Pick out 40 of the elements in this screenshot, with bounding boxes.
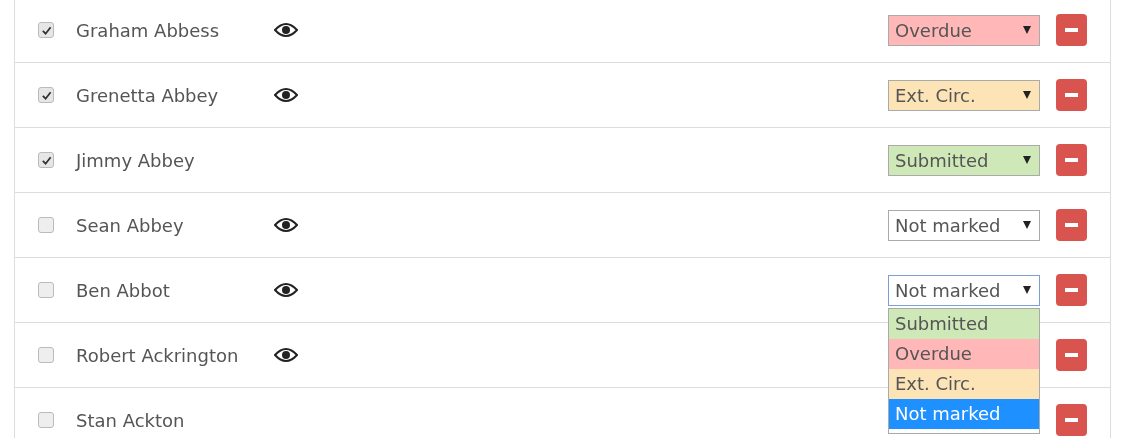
remove-button[interactable] xyxy=(1056,404,1087,436)
remove-button[interactable] xyxy=(1056,144,1087,176)
checkbox[interactable] xyxy=(38,217,54,233)
status-dropdown[interactable]: Overdue xyxy=(888,14,1040,46)
status-dropdown[interactable]: Submitted xyxy=(888,144,1040,176)
caret-icon xyxy=(1023,26,1031,34)
remove-button[interactable] xyxy=(1056,14,1087,46)
dropdown-option[interactable]: Not marked xyxy=(889,398,1039,429)
student-name: Stan Ackton xyxy=(76,409,186,431)
checkbox[interactable] xyxy=(38,412,54,428)
status-dropdown[interactable]: Not marked xyxy=(888,209,1040,241)
eye-icon[interactable] xyxy=(274,347,298,363)
eye-icon[interactable] xyxy=(274,217,298,233)
student-name: Robert Ackrington xyxy=(76,344,240,366)
checkbox[interactable] xyxy=(38,22,54,38)
remove-button[interactable] xyxy=(1056,339,1087,371)
eye-icon[interactable] xyxy=(274,22,298,38)
dropdown-option[interactable]: Ext. Circ. xyxy=(889,368,1039,399)
student-name: Graham Abbess xyxy=(76,19,221,41)
checkbox[interactable] xyxy=(38,87,54,103)
dropdown-option[interactable]: Submitted xyxy=(889,308,1039,339)
checkbox[interactable] xyxy=(38,347,54,363)
student-name: Grenetta Abbey xyxy=(76,84,220,106)
remove-button[interactable] xyxy=(1056,274,1087,306)
student-name: Ben Abbot xyxy=(76,279,171,301)
caret-icon xyxy=(1023,91,1031,99)
caret-icon xyxy=(1023,221,1031,229)
status-dropdown[interactable]: Not marked xyxy=(888,274,1040,306)
eye-icon[interactable] xyxy=(274,87,298,103)
student-name: Sean Abbey xyxy=(76,214,185,236)
caret-icon xyxy=(1023,156,1031,164)
remove-button[interactable] xyxy=(1056,209,1087,241)
caret-icon xyxy=(1023,286,1031,294)
status-dropdown[interactable]: Ext. Circ. xyxy=(888,79,1040,111)
checkbox[interactable] xyxy=(38,282,54,298)
remove-button[interactable] xyxy=(1056,79,1087,111)
eye-icon[interactable] xyxy=(274,282,298,298)
checkbox[interactable] xyxy=(38,152,54,168)
student-name: Jimmy Abbey xyxy=(76,149,196,171)
dropdown-option[interactable]: Overdue xyxy=(889,338,1039,369)
